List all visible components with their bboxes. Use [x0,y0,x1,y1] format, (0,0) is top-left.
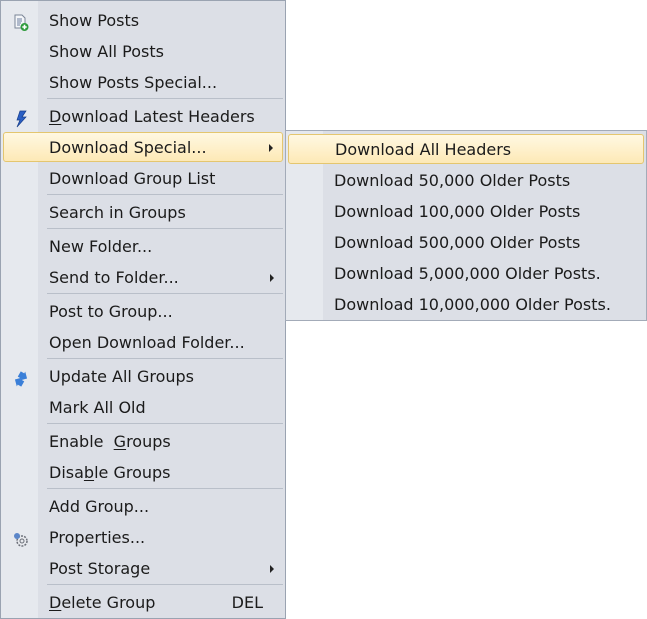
separator [47,98,283,99]
menu-item-label: Show Posts Special... [49,73,218,92]
menu-item-label: Delete Group [49,593,156,612]
menu-item-label: Update All Groups [49,367,194,386]
menu-item-label: Download 500,000 Older Posts [334,233,581,252]
shortcut-label: DEL [231,593,263,612]
submenu-item-download-100000[interactable]: Download 100,000 Older Posts [288,197,644,226]
menu-item-label: Download 100,000 Older Posts [334,202,581,221]
menu-item-label: Download 10,000,000 Older Posts. [334,295,611,314]
menu-item-new-folder[interactable]: New Folder... [3,232,283,261]
context-menu: Show Posts Show All Posts Show Posts Spe… [0,0,286,619]
submenu-arrow-icon [269,144,273,152]
menu-item-update-all-groups[interactable]: Update All Groups [3,362,283,391]
menu-item-post-storage[interactable]: Post Storage [3,554,283,583]
menu-item-post-to-group[interactable]: Post to Group... [3,297,283,326]
menu-item-delete-group[interactable]: Delete Group DEL [3,588,283,617]
separator [47,293,283,294]
menu-item-label: Download 5,000,000 Older Posts. [334,264,601,283]
menu-item-label: Show Posts [49,11,140,30]
menu-item-label: Send to Folder... [49,268,179,287]
menu-item-label: Search in Groups [49,203,186,222]
separator [47,488,283,489]
menu-item-label: Download Special... [49,138,207,157]
submenu-item-download-5000000[interactable]: Download 5,000,000 Older Posts. [288,259,644,288]
menu-item-open-download-folder[interactable]: Open Download Folder... [3,328,283,357]
menu-item-label: Add Group... [49,497,150,516]
menu-item-label: Download 50,000 Older Posts [334,171,571,190]
menu-item-search-in-groups[interactable]: Search in Groups [3,198,283,227]
menu-item-label: Disable Groups [49,463,171,482]
menu-item-add-group[interactable]: Add Group... [3,492,283,521]
submenu-arrow-icon [270,274,274,282]
lightning-icon [12,108,30,128]
submenu-arrow-icon [270,565,274,573]
menu-item-label: Properties... [49,528,146,547]
menu-item-disable-groups[interactable]: Disable Groups [3,458,283,487]
submenu-item-download-50000[interactable]: Download 50,000 Older Posts [288,166,644,195]
download-special-submenu: Download All Headers Download 50,000 Old… [285,130,647,321]
menu-item-download-special[interactable]: Download Special... [3,132,283,162]
menu-item-show-posts-special[interactable]: Show Posts Special... [3,68,283,97]
menu-item-enable-groups[interactable]: Enable Groups [3,427,283,456]
menu-item-download-latest-headers[interactable]: Download Latest Headers [3,102,283,131]
menu-item-label: Post to Group... [49,302,173,321]
menu-item-label: Open Download Folder... [49,333,245,352]
menu-item-label: Post Storage [49,559,151,578]
document-add-icon [12,12,30,31]
menu-item-label: Enable Groups [49,432,171,451]
menu-item-show-all-posts[interactable]: Show All Posts [3,37,283,66]
separator [47,194,283,195]
gear-icon [12,529,30,547]
separator [47,358,283,359]
refresh-arrows-icon [12,368,30,387]
menu-item-label: Download Latest Headers [49,107,255,126]
menu-item-send-to-folder[interactable]: Send to Folder... [3,263,283,292]
separator [47,228,283,229]
submenu-item-download-all-headers[interactable]: Download All Headers [288,134,644,164]
menu-item-download-group-list[interactable]: Download Group List [3,164,283,193]
menu-item-label: Download Group List [49,169,216,188]
separator [47,423,283,424]
menu-item-label: Show All Posts [49,42,164,61]
submenu-item-download-500000[interactable]: Download 500,000 Older Posts [288,228,644,257]
menu-item-show-posts[interactable]: Show Posts [3,6,283,35]
menu-item-properties[interactable]: Properties... [3,523,283,552]
menu-item-label: Mark All Old [49,398,146,417]
menu-item-label: New Folder... [49,237,153,256]
menu-item-label: Download All Headers [335,140,512,159]
menu-item-mark-all-old[interactable]: Mark All Old [3,393,283,422]
separator [47,584,283,585]
submenu-item-download-10000000[interactable]: Download 10,000,000 Older Posts. [288,290,644,319]
